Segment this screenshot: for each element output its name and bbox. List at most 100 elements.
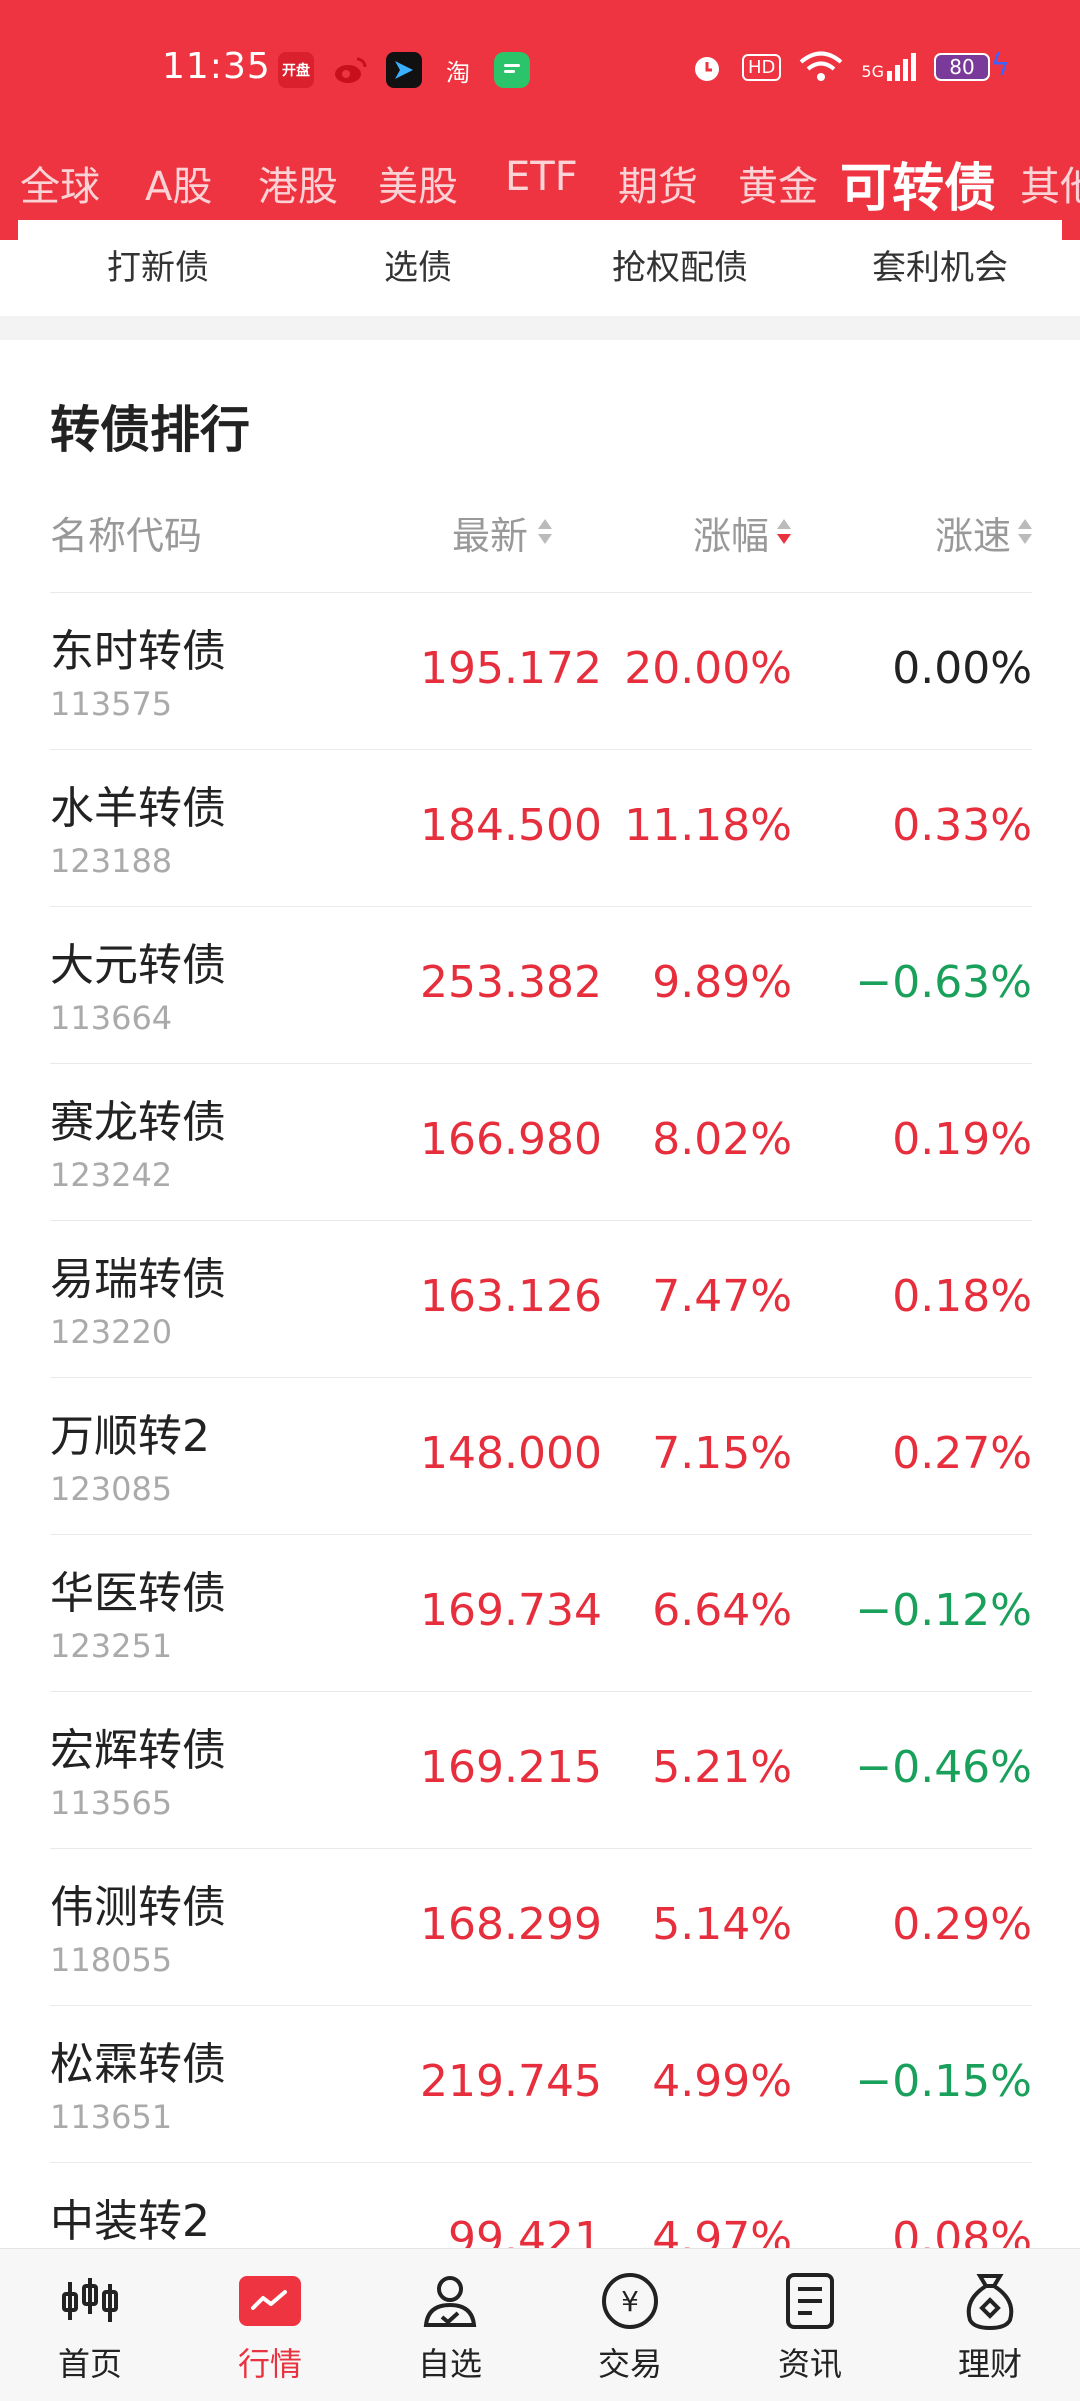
bond-row[interactable]: 水羊转债 123188 184.500 11.18% 0.33% xyxy=(50,749,1032,907)
document-icon xyxy=(778,2269,842,2333)
bond-code: 113575 xyxy=(50,685,173,723)
alarm-icon xyxy=(695,57,720,81)
speed-sort-icon[interactable] xyxy=(1018,519,1032,547)
bond-speed: 0.19% xyxy=(892,1114,1032,1165)
lark-app-icon xyxy=(386,52,422,88)
nav-news-label: 资讯 xyxy=(777,2345,842,2383)
tab-a-shares[interactable]: A股 xyxy=(145,154,212,212)
notification-icons: 开盘 淘 xyxy=(278,52,530,88)
column-change-label: 涨幅 xyxy=(693,514,770,558)
bond-row[interactable]: 赛龙转债 123242 166.980 8.02% 0.19% xyxy=(50,1063,1032,1221)
tab-futures[interactable]: 期货 xyxy=(618,154,698,212)
bond-name: 松霖转债 xyxy=(50,2039,226,2090)
column-change-header[interactable]: 涨幅 xyxy=(693,505,769,560)
bond-speed: −0.15% xyxy=(855,2056,1032,2107)
bond-price: 169.734 xyxy=(420,1585,602,1636)
nav-watchlist[interactable]: 自选 xyxy=(380,2269,520,2385)
bond-row[interactable]: 华医转债 123251 169.734 6.64% −0.12% xyxy=(50,1534,1032,1692)
bond-speed: 0.29% xyxy=(892,1899,1032,1950)
bond-code: 113651 xyxy=(50,2098,173,2136)
bond-row[interactable]: 大元转债 113664 253.382 9.89% −0.63% xyxy=(50,906,1032,1064)
column-speed-header[interactable]: 涨速 xyxy=(935,505,1011,560)
tab-us-stocks[interactable]: 美股 xyxy=(378,154,458,212)
tab-others[interactable]: 其他 xyxy=(1020,154,1080,212)
bond-price: 166.980 xyxy=(420,1114,602,1165)
bond-change-pct: 11.18% xyxy=(624,800,792,851)
price-sort-icon[interactable] xyxy=(538,519,552,547)
tab-etf[interactable]: ETF xyxy=(505,154,578,200)
bond-speed: 0.18% xyxy=(892,1271,1032,1322)
bond-change-pct: 5.14% xyxy=(652,1899,792,1950)
column-price-header[interactable]: 最新 xyxy=(452,505,528,560)
bond-change-pct: 9.89% xyxy=(652,957,792,1008)
bond-name: 万顺转2 xyxy=(50,1411,210,1462)
bond-change-pct: 7.47% xyxy=(652,1271,792,1322)
bond-code: 113565 xyxy=(50,1784,173,1822)
bond-name: 中装转2 xyxy=(50,2196,210,2247)
bond-price: 195.172 xyxy=(420,643,602,694)
taobao-app-icon: 淘 xyxy=(446,58,470,87)
bond-price: 219.745 xyxy=(420,2056,602,2107)
tab-convertible-bonds[interactable]: 可转债 xyxy=(840,146,996,220)
bond-submenu: 打新债 选债 抢权配债 套利机会 xyxy=(18,220,1062,316)
nav-home-label: 首页 xyxy=(57,2345,122,2383)
bond-name: 赛龙转债 xyxy=(50,1097,226,1148)
bond-row[interactable]: 松霖转债 113651 219.745 4.99% −0.15% xyxy=(50,2005,1032,2163)
change-sort-desc-icon[interactable] xyxy=(777,519,791,547)
bond-row[interactable]: 伟测转债 118055 168.299 5.14% 0.29% xyxy=(50,1848,1032,2006)
ranking-table-header: 名称代码 最新 涨幅 涨速 xyxy=(50,505,1032,565)
bond-change-pct: 20.00% xyxy=(624,643,792,694)
nav-watchlist-label: 自选 xyxy=(417,2345,482,2383)
nav-market[interactable]: 行情 xyxy=(200,2269,340,2385)
yuan-coin-icon: ¥ xyxy=(598,2269,662,2333)
column-price-label: 最新 xyxy=(452,514,529,558)
bond-name: 伟测转债 xyxy=(50,1882,226,1933)
bond-row[interactable]: 万顺转2 123085 148.000 7.15% 0.27% xyxy=(50,1377,1032,1535)
bond-code: 123085 xyxy=(50,1470,173,1508)
bond-code: 113664 xyxy=(50,999,173,1037)
submenu-bond-selector[interactable]: 选债 xyxy=(308,240,528,289)
bond-row[interactable]: 宏辉转债 113565 169.215 5.21% −0.46% xyxy=(50,1691,1032,1849)
header-bar: 11:35 开盘 淘 HD 5G 80 ϟ 全球 A股 港股 美股 ETF 期货… xyxy=(0,0,1080,240)
bond-price: 163.126 xyxy=(420,1271,602,1322)
nav-trade-label: 交易 xyxy=(597,2345,662,2383)
nav-market-label: 行情 xyxy=(237,2345,302,2383)
bond-change-pct: 5.21% xyxy=(652,1742,792,1793)
candlestick-icon xyxy=(58,2269,122,2333)
kaipan-app-icon: 开盘 xyxy=(278,52,314,88)
wifi-icon xyxy=(800,51,843,81)
bottom-navigation: 首页 行情 自选 ¥ 交易 资讯 理财 xyxy=(0,2248,1080,2401)
bond-change-pct: 6.64% xyxy=(652,1585,792,1636)
bond-change-pct: 7.15% xyxy=(652,1428,792,1479)
nav-home[interactable]: 首页 xyxy=(20,2269,160,2385)
nav-wealth[interactable]: 理财 xyxy=(920,2269,1060,2385)
bond-speed: 0.33% xyxy=(892,800,1032,851)
bond-change-pct: 8.02% xyxy=(652,1114,792,1165)
bond-name: 水羊转债 xyxy=(50,783,226,834)
trend-chart-icon xyxy=(238,2269,302,2333)
bond-code: 118055 xyxy=(50,1941,173,1979)
nav-trade[interactable]: ¥ 交易 xyxy=(560,2269,700,2385)
submenu-rights-allotment[interactable]: 抢权配债 xyxy=(570,240,790,289)
submenu-arbitrage[interactable]: 套利机会 xyxy=(830,240,1050,289)
bond-speed: 0.00% xyxy=(892,643,1032,694)
nav-news[interactable]: 资讯 xyxy=(740,2269,880,2385)
bond-code: 123251 xyxy=(50,1627,173,1665)
hd-icon: HD xyxy=(742,53,782,81)
bond-code: 123220 xyxy=(50,1313,173,1351)
bond-row[interactable]: 易瑞转债 123220 163.126 7.47% 0.18% xyxy=(50,1220,1032,1378)
tab-hk-stocks[interactable]: 港股 xyxy=(258,154,338,212)
bond-code: 123188 xyxy=(50,842,173,880)
bond-price: 184.500 xyxy=(420,800,602,851)
column-speed-label: 涨速 xyxy=(935,514,1012,558)
user-check-icon xyxy=(418,2269,482,2333)
tab-gold[interactable]: 黄金 xyxy=(738,154,818,212)
system-status-icons: HD 5G 80 xyxy=(690,50,990,84)
ranking-title: 转债排行 xyxy=(50,401,250,459)
submenu-new-bond-subscription[interactable]: 打新债 xyxy=(48,240,268,289)
bond-speed: −0.46% xyxy=(855,1742,1032,1793)
column-name-code: 名称代码 xyxy=(50,514,203,558)
message-app-icon xyxy=(494,52,530,88)
bond-row[interactable]: 东时转债 113575 195.172 20.00% 0.00% xyxy=(50,592,1032,750)
tab-global[interactable]: 全球 xyxy=(20,154,100,212)
